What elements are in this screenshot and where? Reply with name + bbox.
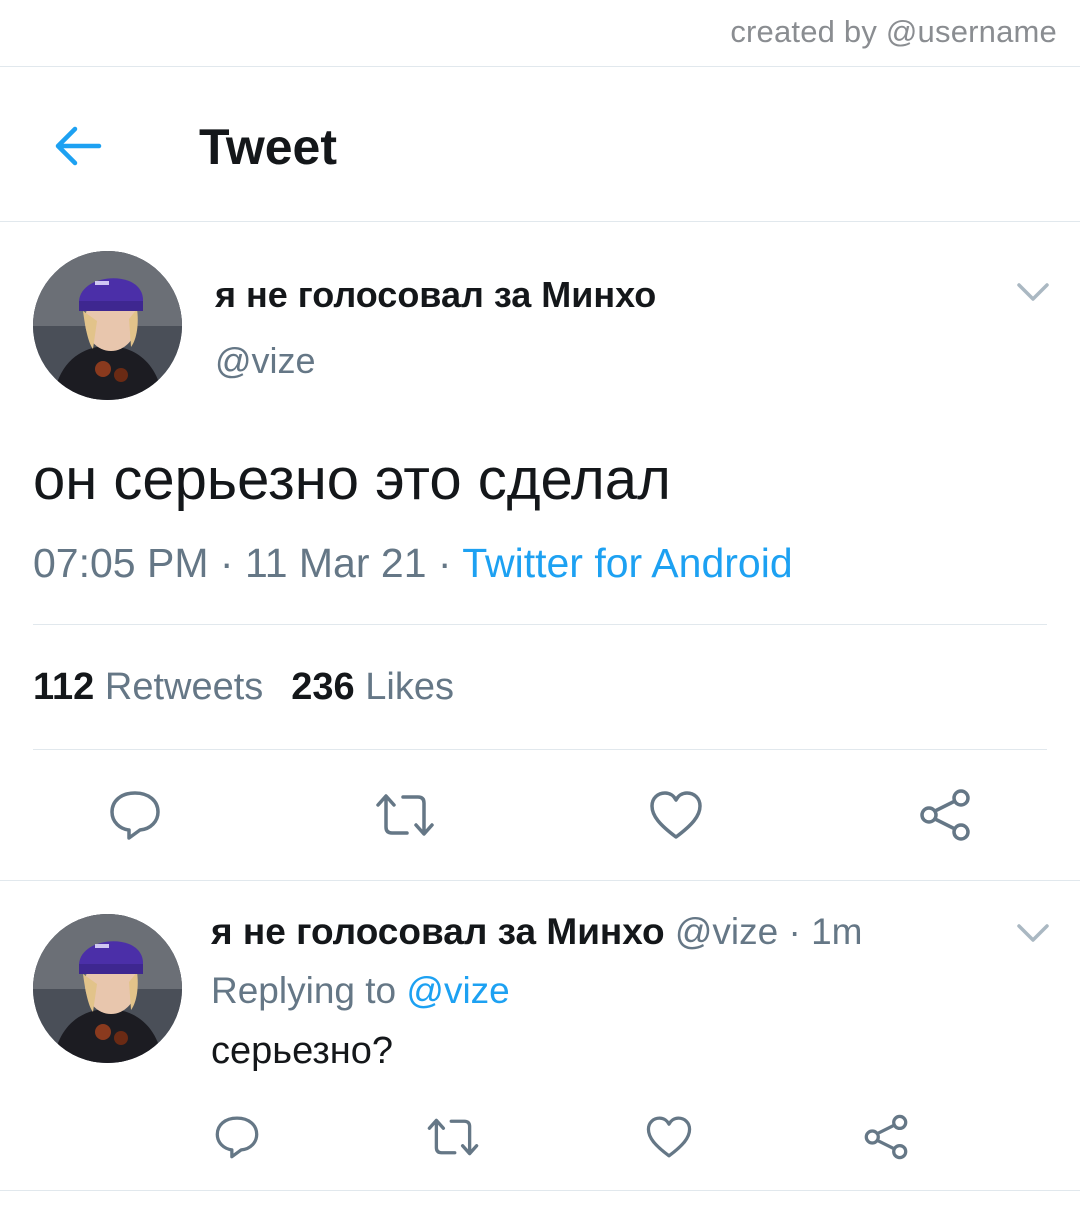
- meta-separator: ·: [208, 540, 245, 586]
- retweets-stat[interactable]: 112 Retweets: [33, 666, 263, 708]
- like-icon: [646, 1116, 692, 1158]
- retweets-count: 112: [33, 666, 95, 708]
- arrow-left-icon: [55, 126, 102, 166]
- reply-header: я не голосовал за Минхо @vize · 1m: [211, 911, 862, 953]
- reply-like-button[interactable]: [642, 1110, 696, 1164]
- reply-retweet-button[interactable]: [424, 1110, 482, 1164]
- likes-stat[interactable]: 236 Likes: [291, 666, 454, 708]
- thread-divider: [0, 880, 1080, 881]
- chevron-down-icon: [1017, 924, 1049, 942]
- header-divider: [0, 221, 1080, 222]
- tweet-source-link[interactable]: Twitter for Android: [462, 540, 792, 586]
- avatar[interactable]: [33, 251, 182, 400]
- retweet-icon: [427, 1118, 479, 1156]
- reply-reply-button[interactable]: [210, 1110, 264, 1164]
- reply-display-name[interactable]: я не голосовал за Минхо: [211, 911, 665, 952]
- share-icon: [864, 1114, 908, 1160]
- top-divider: [0, 66, 1080, 67]
- replying-to: Replying to @vize: [211, 970, 510, 1012]
- back-button[interactable]: [48, 118, 108, 174]
- likes-label: Likes: [365, 666, 454, 708]
- reply-icon: [215, 1116, 259, 1159]
- more-options-button[interactable]: [1013, 272, 1053, 312]
- stats-divider: [33, 749, 1047, 750]
- retweet-icon: [376, 794, 434, 836]
- meta-separator: ·: [426, 540, 463, 586]
- reply-icon: [110, 791, 160, 840]
- reply-text: серьезно?: [211, 1030, 394, 1072]
- replying-prefix: Replying to: [211, 970, 407, 1011]
- page-title: Tweet: [199, 119, 337, 175]
- reply-button[interactable]: [105, 785, 165, 845]
- reply-more-options-button[interactable]: [1013, 913, 1053, 953]
- share-icon: [920, 789, 970, 841]
- reply-time: 1m: [811, 911, 863, 952]
- avatar-image: [33, 914, 182, 1063]
- avatar-image: [33, 251, 182, 400]
- reply-separator: ·: [778, 911, 812, 952]
- tweet-stats: 112 Retweets 236 Likes: [33, 666, 454, 709]
- tweet-text: он серьезно это сделал: [33, 447, 671, 512]
- display-name[interactable]: я не голосовал за Минхо: [215, 274, 656, 316]
- likes-count: 236: [291, 666, 355, 708]
- bottom-divider: [0, 1190, 1080, 1191]
- user-handle[interactable]: @vize: [215, 340, 316, 382]
- replying-handle-link[interactable]: @vize: [406, 970, 509, 1011]
- tweet-meta: 07:05 PM · 11 Mar 21 · Twitter for Andro…: [33, 540, 793, 587]
- retweets-label: Retweets: [104, 666, 264, 708]
- like-button[interactable]: [646, 785, 706, 845]
- tweet-time: 07:05 PM: [33, 540, 209, 586]
- reply-handle[interactable]: @vize: [675, 911, 778, 952]
- reply-share-button[interactable]: [859, 1110, 913, 1164]
- like-icon: [650, 791, 702, 839]
- meta-divider: [33, 624, 1047, 625]
- credit-text: created by @username: [730, 14, 1057, 49]
- reply-avatar[interactable]: [33, 914, 182, 1063]
- tweet-date: 11 Mar 21: [244, 540, 427, 586]
- retweet-button[interactable]: [373, 785, 437, 845]
- share-button[interactable]: [915, 785, 975, 845]
- chevron-down-icon: [1017, 283, 1049, 301]
